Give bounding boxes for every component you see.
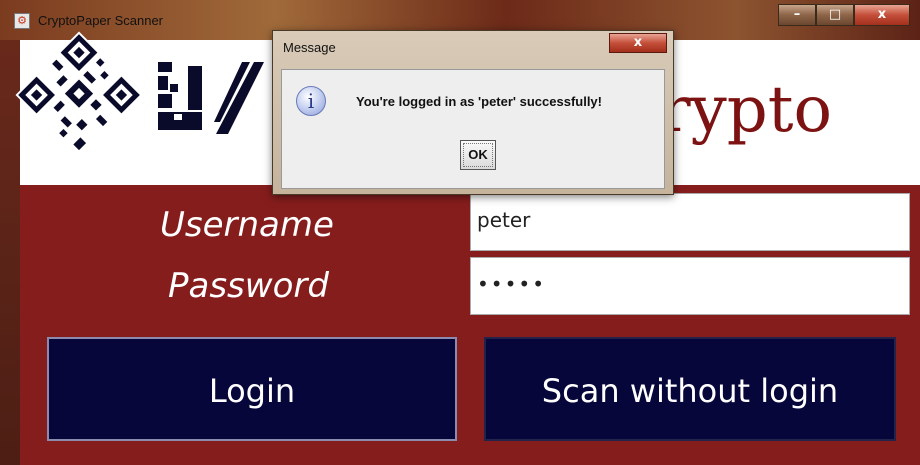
ok-button[interactable]: OK bbox=[460, 140, 496, 170]
dialog-message: You're logged in as 'peter' successfully… bbox=[356, 94, 602, 109]
info-icon: i bbox=[296, 86, 326, 116]
logo-slash-icon bbox=[214, 62, 264, 134]
brand-wordmark: rypto bbox=[660, 73, 832, 147]
dialog-close-button[interactable]: x bbox=[609, 33, 667, 53]
logo-u-icon bbox=[158, 62, 202, 130]
window-controls: – □ x bbox=[778, 4, 910, 28]
username-label: Username bbox=[160, 205, 334, 245]
java-app-icon: ⚙ bbox=[14, 13, 30, 29]
dialog-title: Message bbox=[283, 40, 336, 55]
window-title: CryptoPaper Scanner bbox=[38, 13, 164, 28]
login-button[interactable]: Login bbox=[47, 337, 457, 441]
close-button[interactable]: x bbox=[854, 4, 910, 26]
message-dialog: Message x i You're logged in as 'peter' … bbox=[272, 30, 674, 195]
maximize-button[interactable]: □ bbox=[816, 4, 854, 26]
password-label: Password bbox=[168, 266, 329, 306]
dialog-body: i You're logged in as 'peter' successful… bbox=[281, 69, 665, 189]
scan-without-login-button[interactable]: Scan without login bbox=[484, 337, 896, 441]
password-field[interactable]: ••••• bbox=[470, 257, 910, 315]
minimize-button[interactable]: – bbox=[778, 4, 816, 26]
username-field[interactable]: peter bbox=[470, 193, 910, 251]
